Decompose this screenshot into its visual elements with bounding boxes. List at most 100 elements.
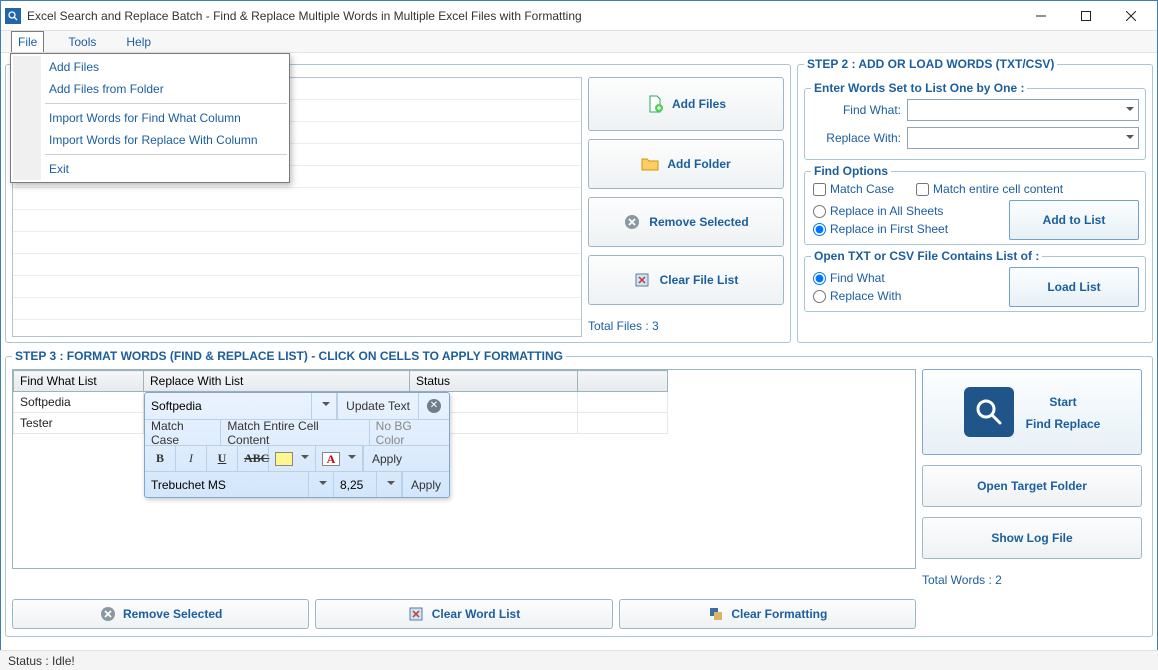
apply-font-button[interactable]: Apply [402, 472, 449, 497]
add-file-icon [646, 95, 664, 113]
font-size-input[interactable] [340, 478, 370, 492]
toolbar-no-bg[interactable]: No BG Color [370, 420, 449, 445]
file-row[interactable] [13, 254, 581, 276]
font-color-button[interactable]: A [316, 446, 363, 471]
status-text: Status : Idle! [8, 654, 75, 668]
file-row[interactable] [13, 188, 581, 210]
find-what-label: Find What: [811, 103, 901, 117]
start-find-replace-button[interactable]: StartFind Replace [922, 369, 1142, 455]
clear-list-icon [408, 605, 426, 623]
col-replace[interactable]: Replace With List [144, 371, 410, 392]
total-files-label: Total Files : 3 [588, 313, 784, 333]
cell-find[interactable]: Softpedia [14, 392, 144, 413]
minimize-button[interactable] [1018, 1, 1063, 31]
maximize-button[interactable] [1063, 1, 1108, 31]
toolbar-match-case[interactable]: Match Case [145, 420, 221, 445]
close-button[interactable] [1108, 1, 1153, 31]
clear-icon: ✕ [427, 399, 441, 413]
grid-header-row: Find What List Replace With List Status [14, 371, 668, 392]
bold-button[interactable]: B [145, 446, 176, 471]
remove-selected-word-button[interactable]: Remove Selected [12, 599, 309, 629]
show-log-file-button[interactable]: Show Log File [922, 517, 1142, 559]
cell-edit-dropdown[interactable] [312, 393, 337, 419]
menu-help[interactable]: Help [120, 31, 157, 52]
open-txt-group: Open TXT or CSV File Contains List of : … [804, 249, 1146, 312]
menu-exit[interactable]: Exit [11, 158, 289, 180]
open-target-folder-button[interactable]: Open Target Folder [922, 465, 1142, 507]
clear-file-list-button[interactable]: Clear File List [588, 255, 784, 305]
menu-bar: File Tools Help Add Files Add Files from… [1, 31, 1157, 53]
load-list-button[interactable]: Load List [1009, 267, 1139, 307]
cell-find[interactable]: Tester [14, 413, 144, 434]
replace-first-sheet-radio[interactable]: Replace in First Sheet [811, 222, 948, 236]
replace-with-label: Replace With: [811, 131, 901, 145]
enter-words-group: Enter Words Set to List One by One : Fin… [804, 81, 1146, 160]
cell-clear-button[interactable]: ✕ [418, 393, 449, 419]
clear-list-icon [634, 271, 652, 289]
step3-panel: STEP 3 : FORMAT WORDS (FIND & REPLACE LI… [5, 349, 1153, 637]
load-find-radio[interactable]: Find What [811, 271, 901, 285]
load-replace-radio[interactable]: Replace With [811, 289, 901, 303]
remove-selected-file-button[interactable]: Remove Selected [588, 197, 784, 247]
update-text-button[interactable]: Update Text [337, 393, 418, 419]
file-row[interactable] [13, 298, 581, 320]
file-row[interactable] [13, 232, 581, 254]
status-bar: Status : Idle! [0, 650, 1158, 670]
file-row[interactable] [13, 276, 581, 298]
add-folder-button[interactable]: Add Folder [588, 139, 784, 189]
font-size-dropdown[interactable] [377, 472, 402, 497]
menu-import-find[interactable]: Import Words for Find What Column [11, 107, 289, 129]
highlight-color-button[interactable] [269, 446, 316, 471]
folder-icon [641, 155, 659, 173]
window-title: Excel Search and Replace Batch - Find & … [27, 9, 1018, 23]
find-what-combo[interactable] [907, 99, 1139, 121]
title-bar: Excel Search and Replace Batch - Find & … [1, 1, 1157, 31]
menu-add-files-folder[interactable]: Add Files from Folder [11, 78, 289, 100]
step3-legend: STEP 3 : FORMAT WORDS (FIND & REPLACE LI… [12, 349, 566, 363]
menu-tools[interactable]: Tools [62, 31, 102, 52]
font-name-dropdown[interactable] [309, 472, 334, 497]
replace-with-combo[interactable] [907, 127, 1139, 149]
clear-file-list-label: Clear File List [660, 273, 739, 287]
font-name-input[interactable] [151, 478, 301, 492]
file-menu-dropdown: Add Files Add Files from Folder Import W… [10, 53, 290, 183]
cell-format-toolbar: Update Text ✕ Match Case Match Entire Ce… [144, 392, 450, 498]
toolbar-match-entire[interactable]: Match Entire Cell Content [221, 420, 369, 445]
menu-add-files[interactable]: Add Files [11, 56, 289, 78]
add-files-button[interactable]: Add Files [588, 77, 784, 131]
clear-formatting-button[interactable]: Clear Formatting [619, 599, 916, 629]
add-folder-label: Add Folder [667, 157, 730, 171]
match-entire-checkbox[interactable]: Match entire cell content [914, 182, 1063, 196]
find-options-group: Find Options Match Case Match entire cel… [804, 164, 1146, 245]
file-row[interactable] [13, 210, 581, 232]
menu-file[interactable]: File [11, 31, 44, 52]
step2-panel: STEP 2 : ADD OR LOAD WORDS (TXT/CSV) Ent… [797, 57, 1153, 343]
col-find[interactable]: Find What List [14, 371, 144, 392]
menu-import-replace[interactable]: Import Words for Replace With Column [11, 129, 289, 151]
find-options-label: Find Options [811, 164, 891, 178]
underline-button[interactable]: U [207, 446, 238, 471]
word-grid[interactable]: Find What List Replace With List Status … [12, 369, 916, 569]
step2-legend: STEP 2 : ADD OR LOAD WORDS (TXT/CSV) [804, 57, 1057, 71]
match-case-checkbox[interactable]: Match Case [811, 182, 894, 196]
app-icon [5, 8, 21, 24]
strike-button[interactable]: ABC [238, 446, 269, 471]
clear-format-icon [707, 605, 725, 623]
font-color-icon: A [322, 452, 340, 466]
remove-selected-label: Remove Selected [649, 215, 748, 229]
enter-words-label: Enter Words Set to List One by One : [811, 81, 1027, 95]
total-words-label: Total Words : 2 [922, 569, 1142, 587]
apply-format-button[interactable]: Apply [363, 446, 410, 471]
replace-all-sheets-radio[interactable]: Replace in All Sheets [811, 204, 948, 218]
remove-icon [99, 605, 117, 623]
cell-edit-input[interactable] [151, 399, 271, 413]
italic-button[interactable]: I [176, 446, 207, 471]
start-label: StartFind Replace [1026, 390, 1101, 433]
col-status[interactable]: Status [410, 371, 578, 392]
clear-word-list-button[interactable]: Clear Word List [315, 599, 612, 629]
search-icon [964, 387, 1014, 437]
open-txt-label: Open TXT or CSV File Contains List of : [811, 249, 1042, 263]
remove-icon [623, 213, 641, 231]
highlight-icon [275, 452, 293, 466]
add-to-list-button[interactable]: Add to List [1009, 200, 1139, 240]
